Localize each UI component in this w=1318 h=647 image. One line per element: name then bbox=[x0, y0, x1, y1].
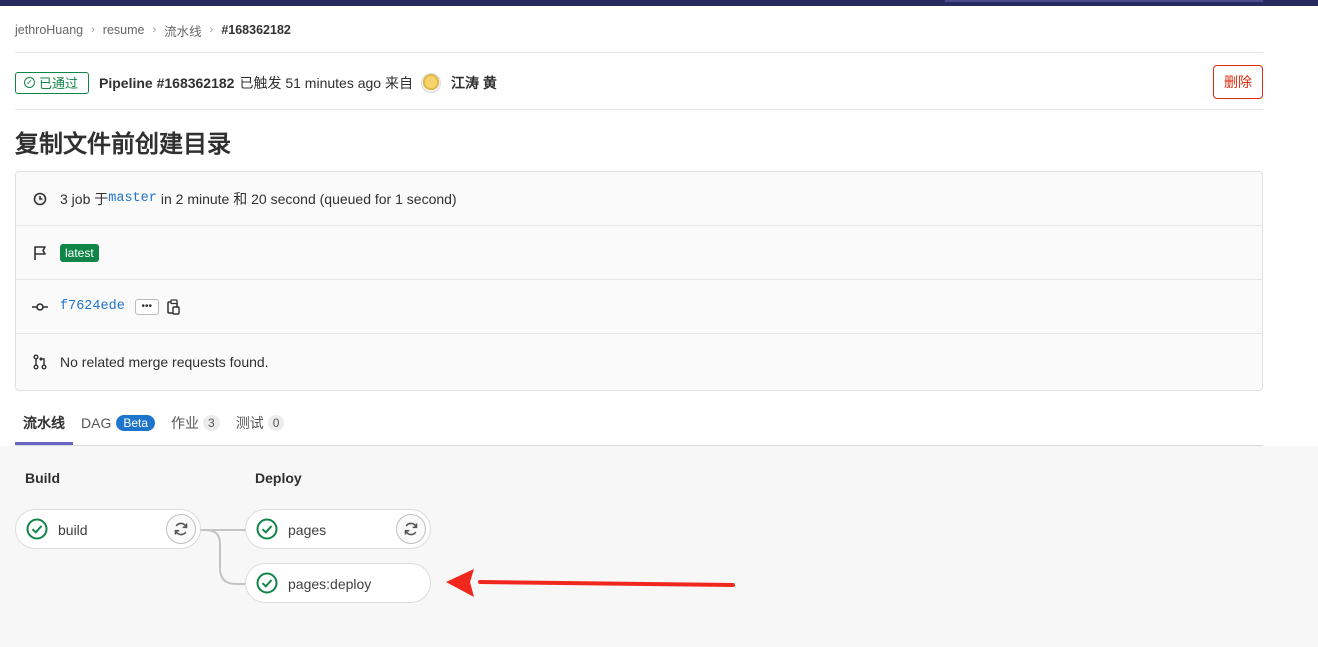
expand-commit-button[interactable]: ••• bbox=[134, 298, 159, 315]
stage-title-deploy: Deploy bbox=[255, 470, 302, 486]
job-name: pages bbox=[288, 522, 327, 538]
tab-pipeline[interactable]: 流水线 bbox=[15, 404, 73, 445]
avatar[interactable] bbox=[420, 72, 441, 93]
beta-badge: Beta bbox=[116, 415, 156, 431]
retry-icon[interactable] bbox=[396, 514, 426, 544]
merge-requests-text: No related merge requests found. bbox=[60, 354, 269, 370]
chevron-right-icon: › bbox=[91, 24, 95, 36]
job-pages[interactable]: pages bbox=[245, 509, 431, 549]
job-name: pages:deploy bbox=[288, 576, 372, 592]
latest-badge: latest bbox=[60, 243, 99, 262]
status-badge[interactable]: ✓ 已通过 bbox=[15, 71, 90, 94]
duration-text: in 2 minute 和 20 second (queued for 1 se… bbox=[160, 190, 457, 207]
status-label: 已通过 bbox=[39, 76, 79, 91]
jobs-count-text: 3 job 于 bbox=[60, 190, 109, 207]
copy-icon[interactable] bbox=[167, 298, 181, 315]
delete-button[interactable]: 删除 bbox=[1213, 65, 1263, 99]
tab-jobs[interactable]: 作业 3 bbox=[163, 404, 228, 442]
pipeline-graph: Build Deploy build pages pages:deploy bbox=[0, 446, 1318, 647]
retry-icon[interactable] bbox=[166, 514, 196, 544]
info-row-commit: f7624ede ••• bbox=[16, 280, 1262, 334]
branch-link[interactable]: master bbox=[108, 191, 157, 206]
breadcrumb-item-pipelines[interactable]: 流水线 bbox=[164, 21, 202, 40]
commit-sha-link[interactable]: f7624ede bbox=[60, 299, 125, 314]
breadcrumb-current[interactable]: #168362182 bbox=[221, 23, 291, 37]
pipeline-header: ✓ 已通过 Pipeline #168362182 已触发 51 minutes… bbox=[15, 70, 497, 95]
annotation-arrow bbox=[446, 569, 735, 597]
chevron-right-icon: › bbox=[209, 24, 214, 36]
info-row-tags: latest bbox=[16, 226, 1262, 280]
info-row-merge-requests: No related merge requests found. bbox=[16, 335, 1262, 389]
success-status-icon bbox=[256, 572, 278, 594]
tests-count-badge: 0 bbox=[267, 415, 285, 431]
triggered-text: 已触发 51 minutes ago 来自 bbox=[239, 74, 413, 91]
divider bbox=[15, 52, 1263, 53]
job-build[interactable]: build bbox=[15, 509, 201, 549]
tab-dag[interactable]: DAG Beta bbox=[73, 404, 163, 442]
stage-title-build: Build bbox=[25, 470, 60, 486]
top-navbar-search[interactable] bbox=[945, 0, 1263, 2]
author-name[interactable]: 江涛 黄 bbox=[451, 73, 497, 93]
check-circle-icon: ✓ bbox=[24, 77, 35, 88]
merge-request-icon bbox=[32, 354, 48, 370]
breadcrumb: jethroHuang › resume › 流水线 › #168362182 bbox=[15, 21, 291, 40]
breadcrumb-item-project[interactable]: resume bbox=[103, 23, 145, 37]
graph-connectors bbox=[200, 529, 246, 585]
pipeline-tabs: 流水线 DAG Beta 作业 3 测试 0 bbox=[15, 404, 292, 445]
tab-label: DAG bbox=[81, 415, 112, 431]
tab-label: 流水线 bbox=[23, 415, 65, 431]
pipeline-id: Pipeline #168362182 bbox=[99, 74, 235, 91]
divider bbox=[15, 109, 1263, 110]
tab-label: 测试 bbox=[235, 415, 264, 431]
page-title: 复制文件前创建目录 bbox=[15, 131, 231, 158]
success-status-icon bbox=[256, 518, 278, 540]
flag-icon bbox=[32, 245, 48, 261]
clock-icon bbox=[32, 191, 48, 207]
success-status-icon bbox=[26, 518, 48, 540]
commit-icon bbox=[32, 299, 48, 315]
job-name: build bbox=[58, 522, 88, 538]
chevron-right-icon: › bbox=[152, 24, 157, 36]
tab-label: 作业 bbox=[171, 415, 200, 431]
tab-tests[interactable]: 测试 0 bbox=[228, 404, 293, 442]
jobs-count-badge: 3 bbox=[203, 415, 220, 431]
breadcrumb-item-user[interactable]: jethroHuang bbox=[15, 23, 83, 37]
info-row-duration: 3 job 于 master in 2 minute 和 20 second (… bbox=[16, 172, 1262, 226]
job-pages-deploy[interactable]: pages:deploy bbox=[245, 563, 431, 603]
pipeline-info-panel: 3 job 于 master in 2 minute 和 20 second (… bbox=[15, 171, 1263, 391]
